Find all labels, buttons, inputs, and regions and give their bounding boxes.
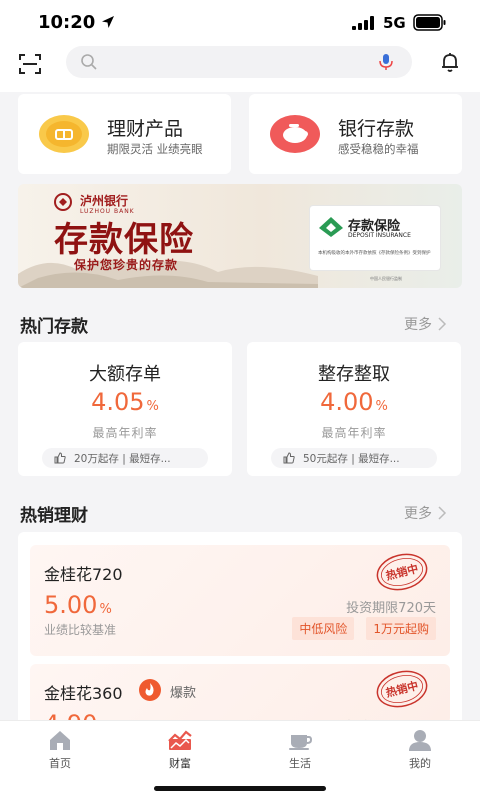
tab-label: 我的: [409, 757, 431, 770]
deposit-rate: 4.05%: [91, 388, 159, 416]
bank-deposit-card[interactable]: 银行存款 感受稳稳的幸福: [249, 94, 462, 174]
top-header: [0, 44, 480, 92]
chevron-right-icon: [438, 506, 447, 520]
wealth-product-rate: 5.00%: [44, 591, 112, 619]
stamp-text: 热销中: [384, 561, 419, 583]
tab-label: 生活: [289, 757, 311, 770]
product-subtitle: 感受稳稳的幸福: [338, 142, 419, 156]
bank-logo-icon: [54, 193, 72, 211]
search-input[interactable]: [106, 46, 366, 78]
deposit-rate-label: 最高年利率: [321, 426, 387, 440]
network-type: 5G: [383, 14, 406, 32]
microphone-icon[interactable]: [376, 52, 396, 72]
badge-subtitle: DEPOSIT INSURANCE: [348, 232, 411, 239]
home-icon: [50, 731, 70, 750]
location-arrow-icon: [102, 16, 114, 28]
hot-deposits-title: 热门存款: [20, 317, 88, 337]
notification-bell-icon[interactable]: [438, 50, 462, 74]
bank-name: 泸州银行: [80, 194, 129, 208]
banner-footnote: 中国人民银行监制: [370, 276, 402, 281]
wealth-rate-label: 业绩比较基准: [44, 623, 117, 637]
deposit-insurance-logo-icon: [319, 217, 343, 237]
product-title: 银行存款: [338, 118, 415, 140]
wealth-product-card[interactable]: 金桂花720 5.00% 业绩比较基准 投资期限720天 中低风险 1万元起购 …: [30, 545, 450, 656]
risk-tag: 中低风险: [292, 617, 355, 640]
wealth-product-name: 金桂花360: [44, 684, 123, 703]
deposit-tag: 50元起存 | 最短存...: [271, 448, 437, 468]
tab-wealth[interactable]: 财富: [140, 727, 220, 770]
wealth-chart-icon: [168, 730, 192, 750]
status-bar: 10:20 5G: [0, 0, 480, 44]
deposit-tag: 20万起存 | 最短存...: [42, 448, 208, 468]
cup-icon: [289, 735, 312, 750]
deposit-insurance-badge: 存款保险 DEPOSIT INSURANCE 本机构吸收的本外币存款依照《存款保…: [310, 206, 440, 270]
more-label: 更多: [404, 506, 432, 522]
banner-title: 存款保险: [54, 220, 194, 260]
thumbs-up-icon: [283, 452, 295, 464]
deposit-name: 整存整取: [318, 364, 390, 385]
hot-wealth-more-link[interactable]: 更多: [404, 503, 448, 523]
deposit-card-fixed-term[interactable]: 整存整取 4.00% 最高年利率 50元起存 | 最短存...: [247, 342, 461, 476]
scan-icon[interactable]: [18, 52, 42, 76]
home-indicator: [154, 786, 326, 791]
deposit-rate-label: 最高年利率: [92, 426, 158, 440]
deposit-tag-text: 50元起存 | 最短存...: [303, 452, 400, 465]
tab-label: 财富: [169, 757, 191, 770]
hot-sale-stamp: 热销中: [376, 553, 428, 591]
search-bar[interactable]: [66, 46, 412, 78]
deposit-rate: 4.00%: [320, 388, 388, 416]
coin-icon: [39, 115, 89, 153]
battery-icon: [413, 14, 446, 31]
wealth-tags: 中低风险 1万元起购: [292, 617, 436, 640]
tab-life[interactable]: 生活: [260, 727, 340, 770]
hot-badge-label: 爆款: [170, 686, 197, 701]
wealth-product-card[interactable]: 金桂花360 爆款 4.90% 投资期限360天 热销中: [30, 664, 450, 724]
tab-label: 首页: [49, 757, 71, 770]
product-subtitle: 期限灵活 业绩亮眼: [107, 142, 203, 156]
cellular-signal-icon: [352, 16, 374, 30]
search-icon: [81, 54, 97, 70]
hot-sale-stamp: 热销中: [376, 670, 428, 708]
wealth-product-name: 金桂花720: [44, 565, 123, 584]
hot-wealth-title: 热销理财: [20, 506, 88, 526]
deposit-insurance-banner[interactable]: 泸州银行 LUZHOU BANK 存款保险 保护您珍贵的存款 存款保险 DEPO…: [18, 184, 462, 288]
badge-note: 本机构吸收的本外币存款依照《存款保险条例》受到保护: [318, 251, 431, 256]
flame-icon: [139, 679, 161, 701]
hot-deposits-more-link[interactable]: 更多: [404, 314, 448, 334]
more-label: 更多: [404, 317, 432, 333]
wealth-term: 投资期限720天: [346, 601, 436, 616]
user-icon: [409, 730, 431, 751]
banner-subtitle: 保护您珍贵的存款: [74, 258, 179, 272]
deposit-tag-text: 20万起存 | 最短存...: [74, 452, 171, 465]
tab-mine[interactable]: 我的: [380, 727, 460, 770]
deposit-name: 大额存单: [89, 364, 161, 385]
chevron-right-icon: [438, 317, 447, 331]
product-title: 理财产品: [107, 118, 184, 140]
thumbs-up-icon: [54, 452, 66, 464]
stamp-text: 热销中: [384, 678, 419, 700]
piggy-bank-icon: [270, 115, 320, 153]
wealth-products-card[interactable]: 理财产品 期限灵活 业绩亮眼: [18, 94, 231, 174]
min-purchase-tag: 1万元起购: [366, 617, 436, 640]
tab-home[interactable]: 首页: [20, 727, 100, 770]
deposit-card-large-cd[interactable]: 大额存单 4.05% 最高年利率 20万起存 | 最短存...: [18, 342, 232, 476]
status-time: 10:20: [38, 12, 96, 33]
